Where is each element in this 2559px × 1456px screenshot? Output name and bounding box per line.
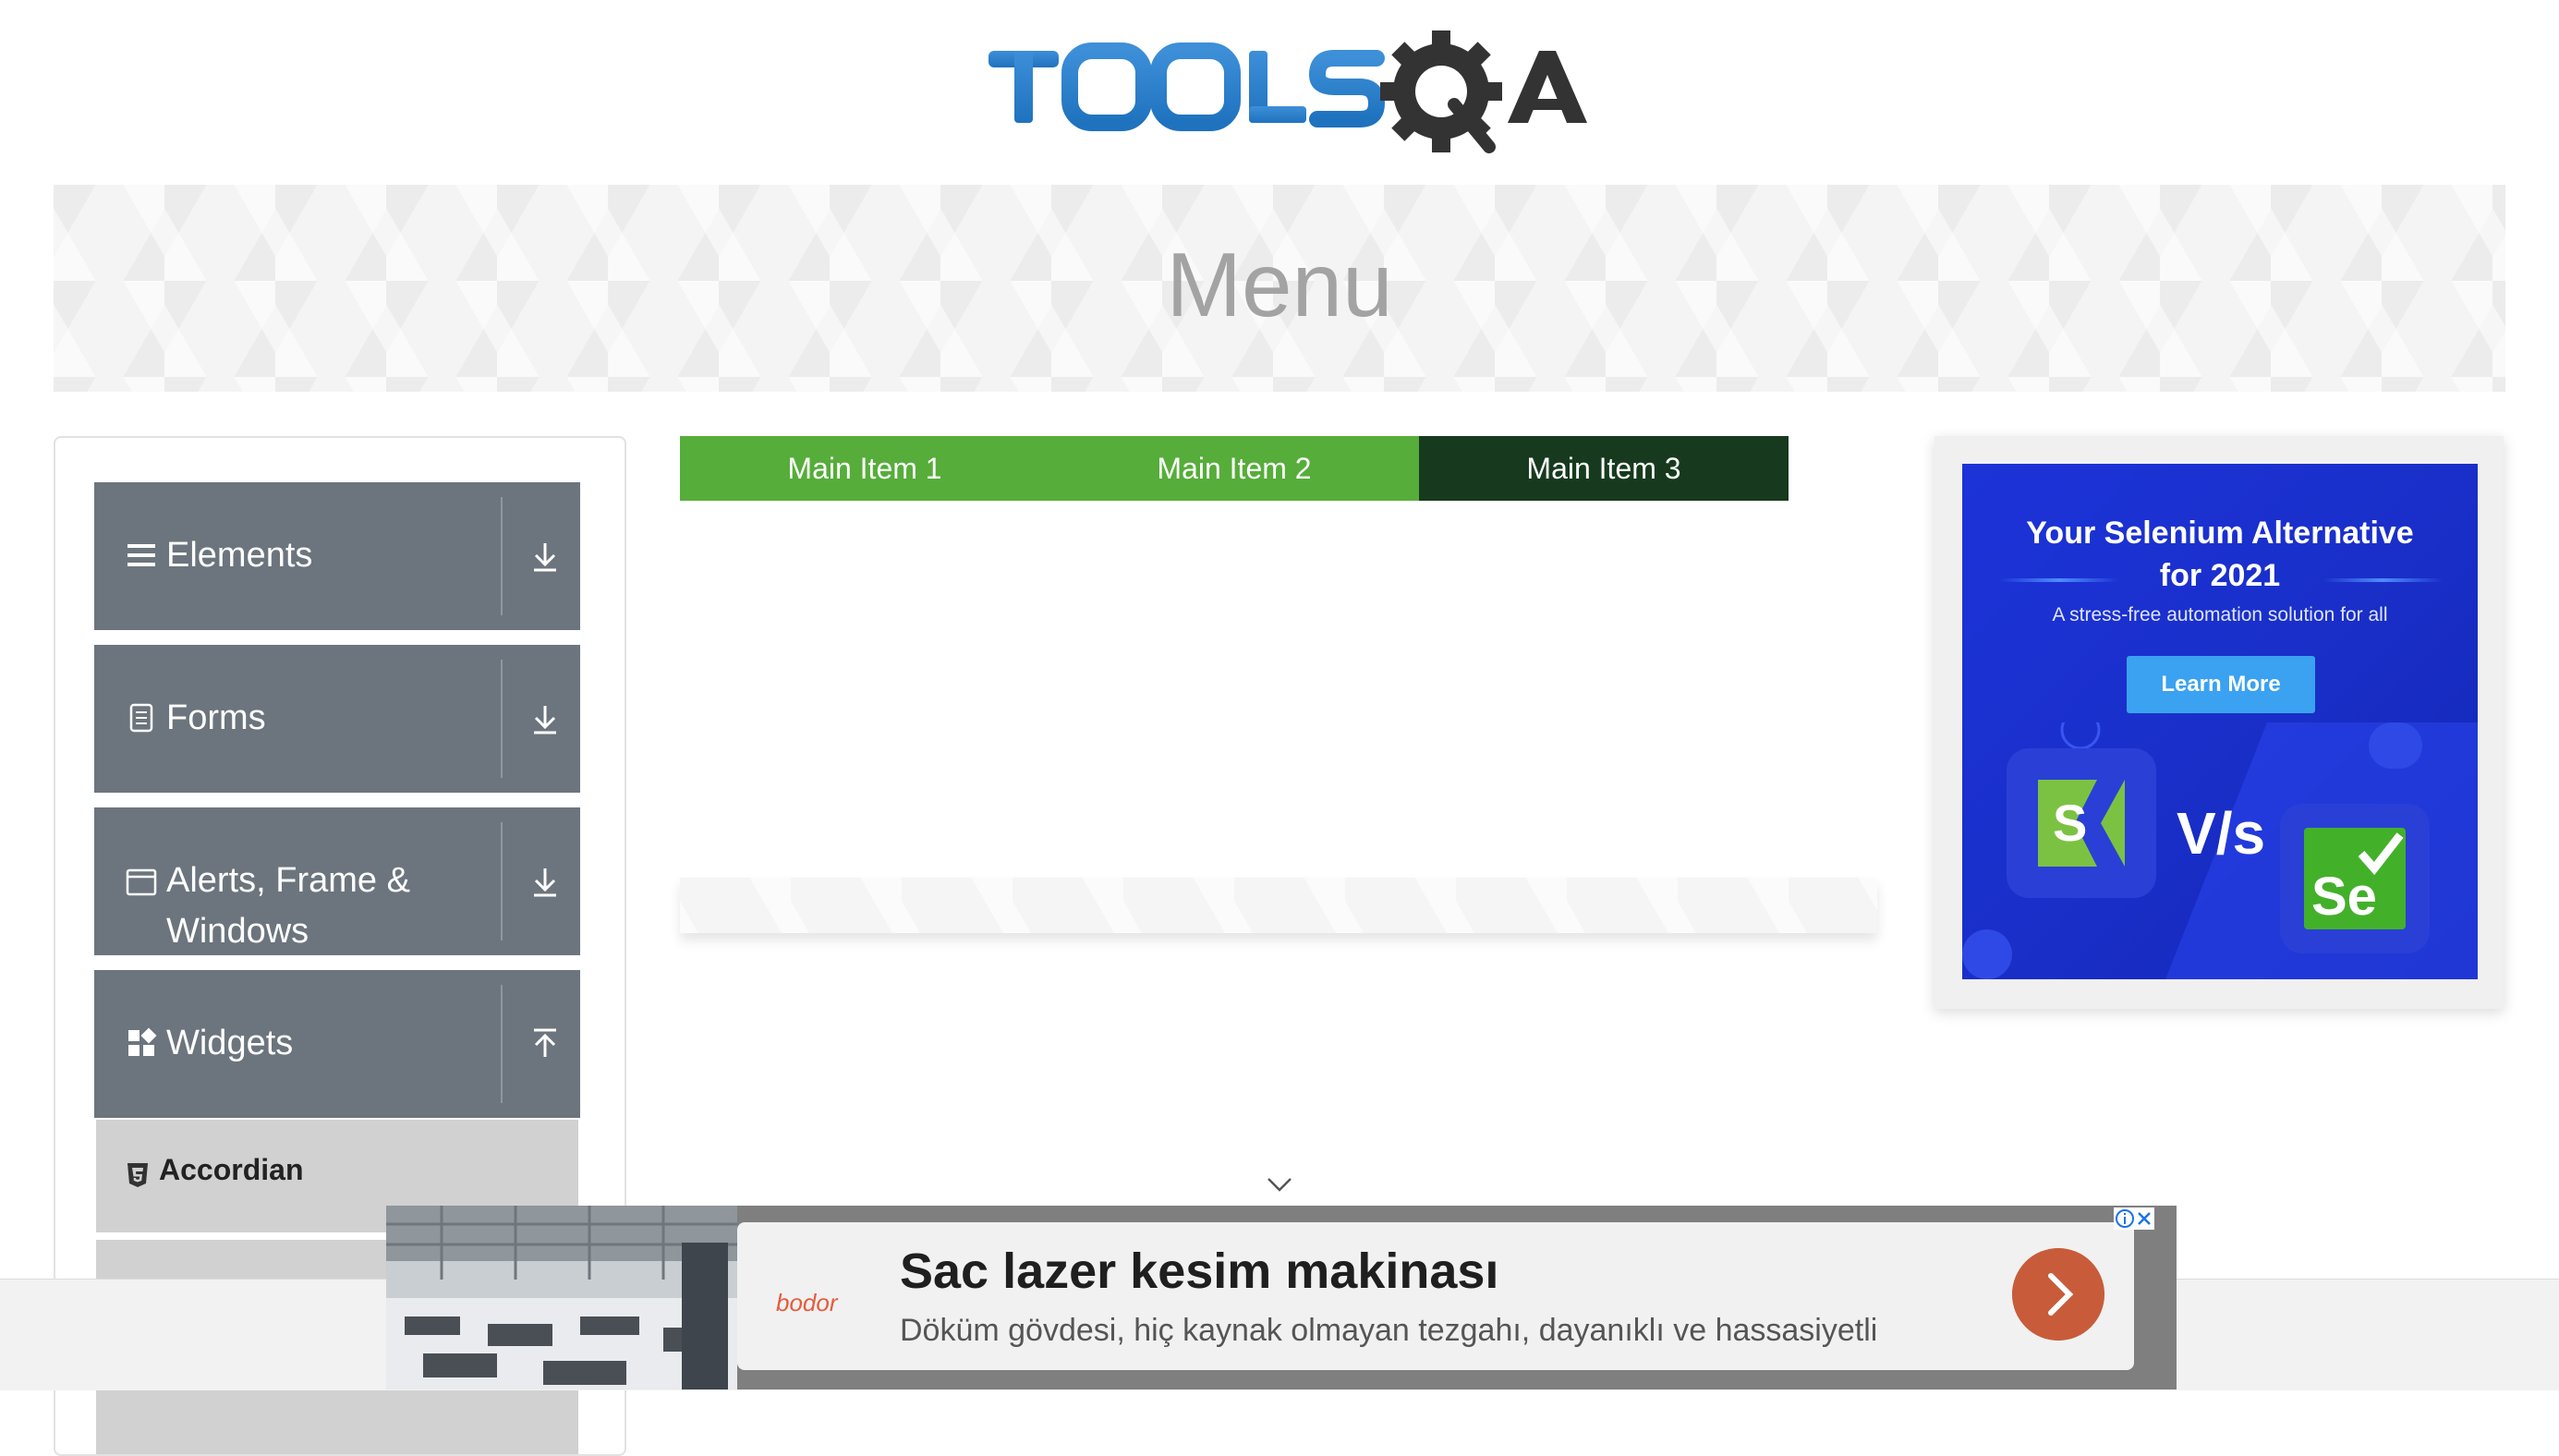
content-panel bbox=[680, 878, 1877, 933]
sidebar-group-widgets[interactable]: Widgets bbox=[94, 970, 580, 1118]
group-divider bbox=[501, 985, 503, 1103]
chevron-right-icon[interactable] bbox=[2012, 1248, 2104, 1341]
ad-headline: Sac lazer kesim makinası bbox=[900, 1244, 1499, 1299]
ad-rule-left bbox=[1999, 578, 2119, 582]
close-icon[interactable] bbox=[2134, 1207, 2154, 1230]
toolsqa-logo[interactable] bbox=[979, 23, 1589, 171]
ad-title-line2: for 2021 bbox=[2159, 558, 2281, 593]
bottom-ad[interactable]: bodor Sac lazer kesim makinası Döküm göv… bbox=[386, 1206, 2177, 1389]
sidebar-group-label: Elements bbox=[166, 536, 313, 575]
document-icon bbox=[129, 703, 153, 733]
sidebar-group-elements[interactable]: Elements bbox=[94, 482, 580, 630]
page-title: Menu bbox=[1166, 234, 1393, 335]
ad-logo-left-text: S bbox=[2053, 794, 2087, 852]
ad-title: Your Selenium Alternative for 2021 bbox=[1962, 512, 2478, 597]
sidebar-item-label: Accordian bbox=[159, 1153, 304, 1186]
sidebar-group-label-line1: Alerts, Frame & bbox=[166, 861, 410, 900]
sidebar-group-forms[interactable]: Forms bbox=[94, 645, 580, 793]
group-divider bbox=[501, 822, 503, 940]
learn-more-button[interactable]: Learn More bbox=[2127, 656, 2315, 713]
menu-item-2[interactable]: Main Item 2 bbox=[1049, 436, 1419, 501]
ad-brand-logo: bodor bbox=[776, 1289, 838, 1316]
sidebar-group-label: Widgets bbox=[166, 1024, 294, 1062]
ad-rule-right bbox=[2323, 578, 2443, 582]
group-divider bbox=[501, 497, 503, 615]
menu-item-1[interactable]: Main Item 1 bbox=[680, 436, 1049, 501]
sidebar-group-label: Forms bbox=[166, 698, 266, 737]
info-icon[interactable] bbox=[2114, 1207, 2136, 1230]
ad-description: Döküm gövdesi, hiç kaynak olmayan tezgah… bbox=[900, 1313, 1878, 1348]
page-banner: Menu bbox=[54, 185, 2505, 392]
group-divider bbox=[501, 660, 503, 778]
menu-item-3[interactable]: Main Item 3 bbox=[1419, 436, 1789, 501]
ad-logo-right-text: Se bbox=[2311, 867, 2377, 927]
bottom-ad-card[interactable]: bodor Sac lazer kesim makinası Döküm göv… bbox=[737, 1222, 2134, 1370]
widgets-icon bbox=[128, 1027, 157, 1056]
ad-subtitle: A stress-free automation solution for al… bbox=[2052, 604, 2388, 625]
download-arrow-icon[interactable] bbox=[525, 861, 565, 902]
window-icon bbox=[126, 868, 157, 896]
ad-vs-text: V/s bbox=[2177, 800, 2265, 867]
download-arrow-icon[interactable] bbox=[525, 536, 565, 576]
sidebar-group-label-line2: Windows bbox=[166, 912, 309, 951]
html5-icon bbox=[127, 1163, 148, 1187]
right-ad[interactable]: Your Selenium Alternative for 2021 A str… bbox=[1962, 464, 2478, 979]
chevron-down-icon[interactable] bbox=[1266, 1173, 1293, 1195]
download-arrow-icon[interactable] bbox=[525, 698, 565, 739]
ad-title-line1: Your Selenium Alternative bbox=[2026, 516, 2414, 551]
ad-factory-image bbox=[386, 1206, 737, 1389]
horizontal-menu: Main Item 1 Main Item 2 Main Item 3 bbox=[680, 436, 1789, 501]
upload-arrow-icon[interactable] bbox=[525, 1024, 565, 1064]
hamburger-icon bbox=[127, 544, 155, 566]
ad-illustration: S V/s Se bbox=[1962, 722, 2478, 979]
sidebar-group-alerts-frame-windows[interactable]: Alerts, Frame & Windows bbox=[94, 807, 580, 955]
